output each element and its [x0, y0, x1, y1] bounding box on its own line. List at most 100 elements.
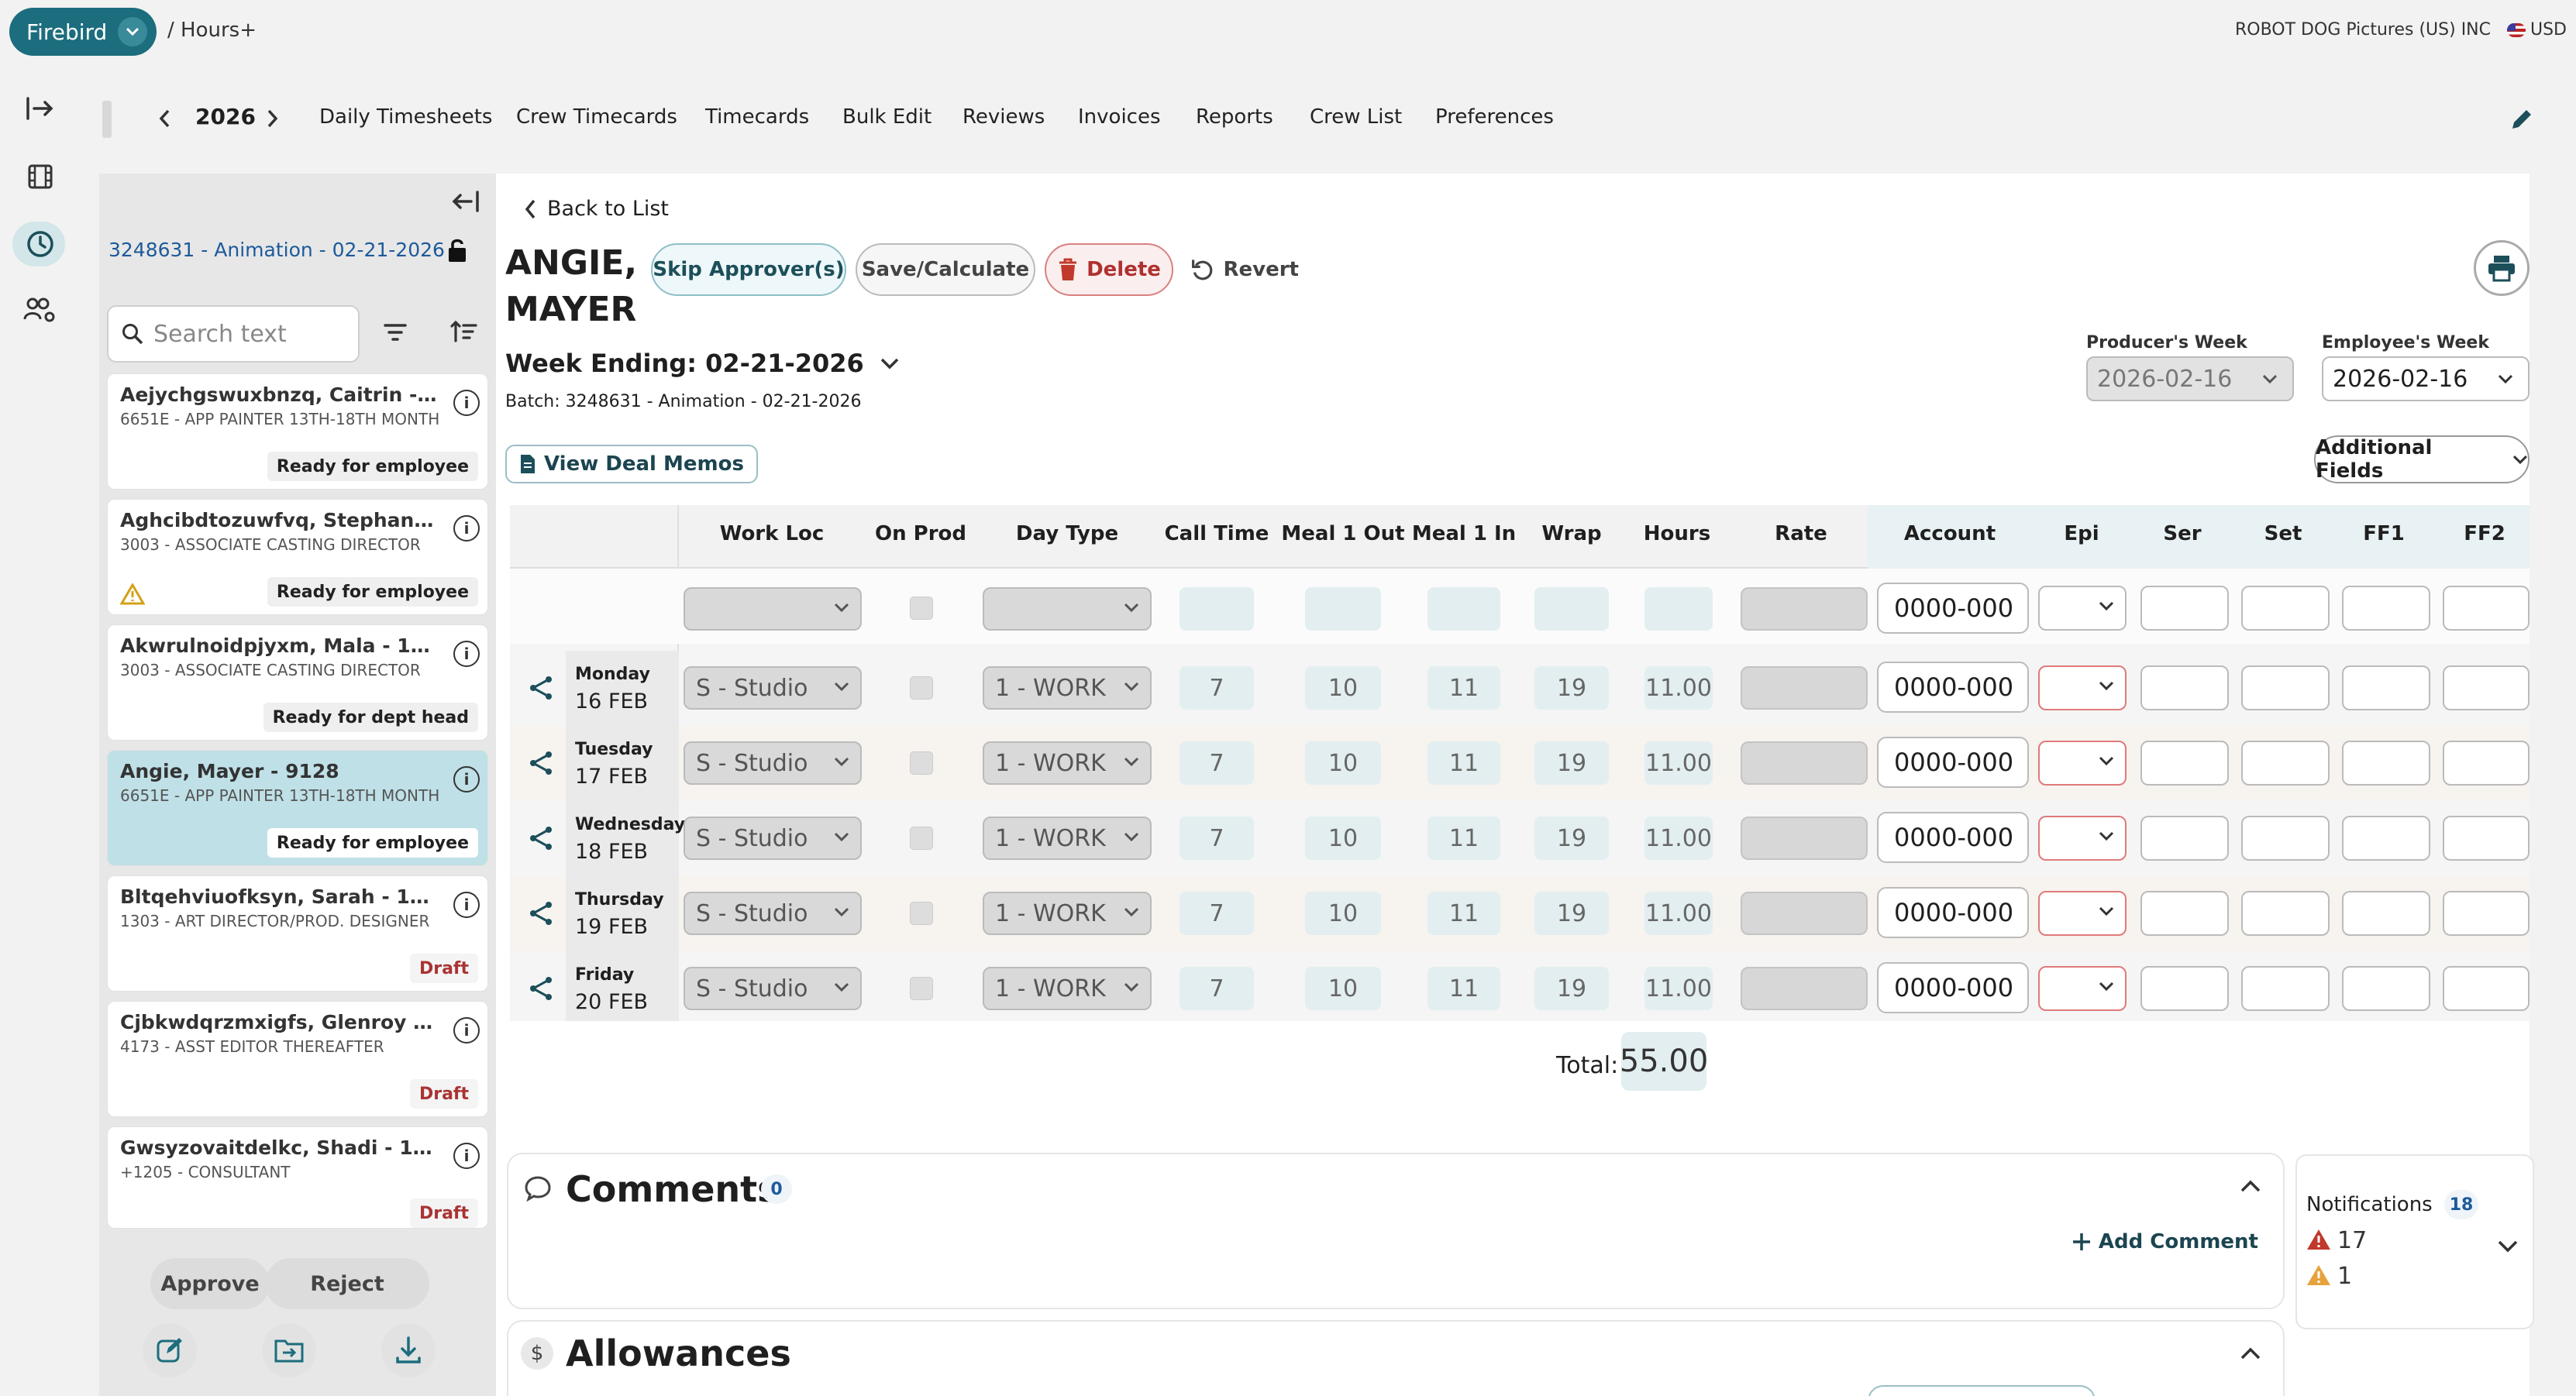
- batch-link[interactable]: 3248631 - Animation - 02-21-2026: [108, 239, 445, 261]
- meal1-out-field[interactable]: 10: [1305, 892, 1381, 935]
- info-icon[interactable]: i: [453, 641, 480, 667]
- pencil-icon[interactable]: [2508, 105, 2536, 133]
- ff1-field[interactable]: [2342, 816, 2430, 861]
- crew-settings-icon[interactable]: [23, 293, 57, 327]
- notifications-panel[interactable]: Notifications 18 17 1: [2295, 1154, 2534, 1329]
- chevron-down-icon[interactable]: [2497, 1240, 2519, 1253]
- meal1-in-field[interactable]: 11: [1427, 741, 1500, 785]
- ser-field[interactable]: [2140, 665, 2229, 710]
- info-icon[interactable]: i: [453, 892, 480, 918]
- on-prod-checkbox[interactable]: [910, 977, 933, 1000]
- on-prod-checkbox[interactable]: [910, 902, 933, 925]
- edit-note-icon[interactable]: [143, 1323, 197, 1377]
- reject-button[interactable]: Reject: [265, 1258, 429, 1309]
- account-field[interactable]: 0000-000: [1877, 812, 2029, 863]
- ff1-field[interactable]: [2342, 741, 2430, 786]
- wrap-field[interactable]: 19: [1534, 967, 1609, 1010]
- on-prod-checkbox[interactable]: [910, 676, 933, 700]
- clock-icon[interactable]: [23, 227, 57, 261]
- ff2-field[interactable]: [2443, 891, 2530, 936]
- skip-approvers-button[interactable]: Skip Approver(s): [651, 243, 846, 296]
- list-item-selected[interactable]: Angie, Mayer - 9128 6651E - APP PAINTER …: [107, 750, 488, 866]
- set-field[interactable]: [2241, 586, 2330, 631]
- employees-week-select[interactable]: 2026-02-16: [2322, 356, 2530, 401]
- call-time-field[interactable]: [1180, 587, 1254, 631]
- epi-select[interactable]: [2038, 966, 2127, 1011]
- work-loc-select[interactable]: S - Studio: [684, 967, 862, 1010]
- epi-select[interactable]: [2038, 891, 2127, 936]
- share-icon[interactable]: [527, 749, 555, 777]
- nav-invoices[interactable]: Invoices: [1078, 105, 1161, 129]
- share-icon[interactable]: [527, 899, 555, 927]
- list-item[interactable]: Akwrulnoidpjyxm, Mala - 1516 3003 - ASSO…: [107, 624, 488, 741]
- meal1-out-field[interactable]: 10: [1305, 741, 1381, 785]
- epi-select[interactable]: [2038, 665, 2127, 710]
- download-icon[interactable]: [381, 1323, 436, 1377]
- chevron-up-icon[interactable]: [2240, 1179, 2261, 1193]
- collapse-panel-icon[interactable]: [449, 189, 480, 214]
- list-item[interactable]: Cjbkwdqrzmxigfs, Glenroy - 3531 4173 - A…: [107, 1001, 488, 1117]
- ff2-field[interactable]: [2443, 741, 2530, 786]
- info-icon[interactable]: i: [453, 1017, 480, 1044]
- epi-select[interactable]: [2038, 816, 2127, 861]
- list-item[interactable]: Gwsyzovaitdelkc, Shadi - 1817 +1205 - CO…: [107, 1126, 488, 1229]
- ff1-field[interactable]: [2342, 966, 2430, 1011]
- org-switcher[interactable]: Firebird: [9, 8, 157, 56]
- ff1-field[interactable]: [2342, 665, 2430, 710]
- add-comment-button[interactable]: Add Comment: [2071, 1230, 2258, 1253]
- delete-button[interactable]: Delete: [1045, 243, 1173, 296]
- next-year-icon[interactable]: [267, 108, 279, 129]
- meal1-out-field[interactable]: [1305, 587, 1381, 631]
- nav-preferences[interactable]: Preferences: [1435, 105, 1554, 129]
- account-field[interactable]: 0000-000: [1877, 662, 2029, 713]
- day-type-select[interactable]: 1 - WORK: [983, 817, 1152, 860]
- share-icon[interactable]: [527, 824, 555, 852]
- ser-field[interactable]: [2140, 741, 2229, 786]
- wrap-field[interactable]: [1534, 587, 1609, 631]
- approve-button[interactable]: Approve: [150, 1258, 270, 1309]
- view-deal-memos-button[interactable]: View Deal Memos: [505, 445, 758, 483]
- info-icon[interactable]: i: [453, 390, 480, 416]
- day-type-select[interactable]: 1 - WORK: [983, 967, 1152, 1010]
- day-type-select[interactable]: 1 - WORK: [983, 892, 1152, 935]
- save-calculate-button[interactable]: Save/Calculate: [856, 243, 1035, 296]
- nav-crew-list[interactable]: Crew List: [1310, 105, 1402, 129]
- filter-icon[interactable]: [383, 321, 408, 344]
- set-field[interactable]: [2241, 741, 2330, 786]
- call-time-field[interactable]: 7: [1180, 741, 1254, 785]
- set-field[interactable]: [2241, 966, 2330, 1011]
- set-field[interactable]: [2241, 665, 2330, 710]
- work-loc-select[interactable]: [684, 587, 862, 631]
- info-icon[interactable]: i: [453, 1143, 480, 1169]
- on-prod-checkbox[interactable]: [910, 827, 933, 850]
- prev-year-icon[interactable]: [158, 108, 170, 129]
- epi-select[interactable]: [2038, 741, 2127, 786]
- nav-bulk-edit[interactable]: Bulk Edit: [842, 105, 932, 129]
- share-icon[interactable]: [527, 975, 555, 1002]
- day-type-select[interactable]: [983, 587, 1152, 631]
- ser-field[interactable]: [2140, 891, 2229, 936]
- ff2-field[interactable]: [2443, 816, 2530, 861]
- wrap-field[interactable]: 19: [1534, 666, 1609, 710]
- wrap-field[interactable]: 19: [1534, 741, 1609, 785]
- meal1-out-field[interactable]: 10: [1305, 666, 1381, 710]
- info-icon[interactable]: i: [453, 766, 480, 793]
- unlock-icon[interactable]: [446, 237, 468, 263]
- account-field[interactable]: 0000-000: [1877, 583, 2029, 634]
- film-icon[interactable]: [23, 160, 57, 194]
- day-type-select[interactable]: 1 - WORK: [983, 741, 1152, 785]
- nav-reviews[interactable]: Reviews: [963, 105, 1045, 129]
- work-loc-select[interactable]: S - Studio: [684, 666, 862, 710]
- chevron-up-icon[interactable]: [2240, 1346, 2261, 1360]
- ff2-field[interactable]: [2443, 586, 2530, 631]
- print-button[interactable]: [2474, 240, 2530, 296]
- work-loc-select[interactable]: S - Studio: [684, 817, 862, 860]
- list-item[interactable]: Bltqehviuofksyn, Sarah - 1275 1303 - ART…: [107, 875, 488, 992]
- ff2-field[interactable]: [2443, 966, 2530, 1011]
- on-prod-checkbox[interactable]: [910, 597, 933, 620]
- sort-icon[interactable]: [449, 319, 477, 344]
- meal1-in-field[interactable]: 11: [1427, 967, 1500, 1010]
- ser-field[interactable]: [2140, 816, 2229, 861]
- ff1-field[interactable]: [2342, 586, 2430, 631]
- wrap-field[interactable]: 19: [1534, 817, 1609, 860]
